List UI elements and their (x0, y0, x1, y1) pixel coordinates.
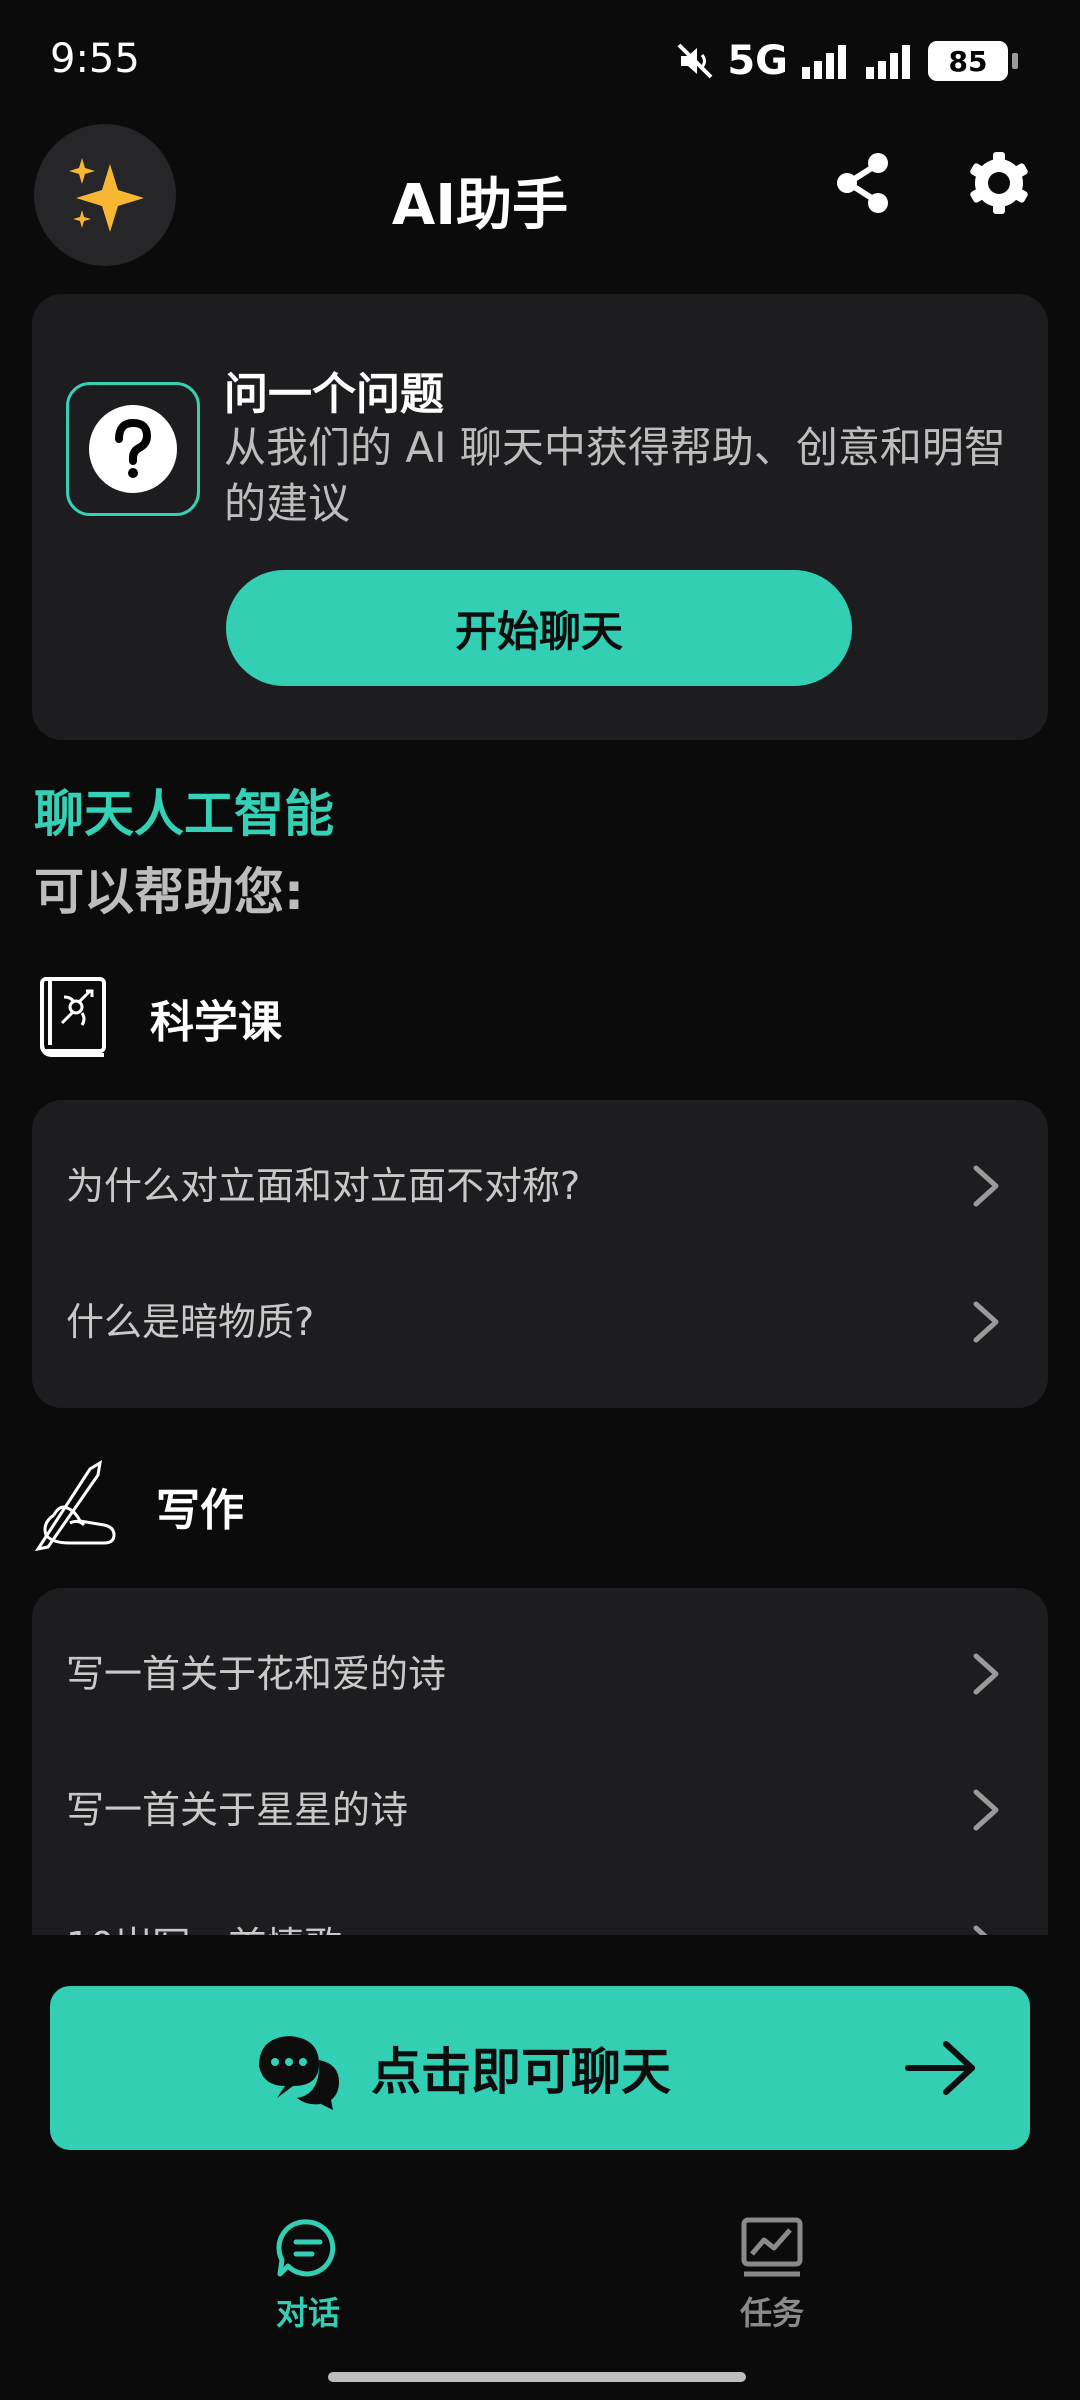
tab-tasks[interactable]: 任务 (692, 2216, 852, 2336)
list-item-text: 为什么对立面和对立面不对称? (66, 1164, 581, 1208)
writing-prompts-card: 写一首关于花和爱的诗 写一首关于星星的诗 10岁写一首情歌 (32, 1588, 1048, 1988)
section-subheading: 可以帮助您: (34, 863, 304, 921)
category-science: 科学课 (34, 968, 282, 1068)
chart-tab-icon (741, 2217, 803, 2277)
question-icon-box (66, 382, 200, 516)
start-chat-button[interactable]: 开始聊天 (226, 570, 852, 686)
page-title: AI助手 (391, 173, 569, 238)
battery-indicator: 85 (928, 41, 1018, 81)
home-indicator[interactable] (328, 2372, 746, 2382)
chevron-right-icon (973, 1165, 999, 1207)
list-item-text: 写一首关于花和爱的诗 (66, 1652, 447, 1696)
muted-icon (677, 43, 713, 79)
category-label: 写作 (156, 1485, 244, 1536)
signal-icon-2 (866, 45, 910, 79)
ask-title: 问一个问题 (224, 369, 444, 420)
app-screen: 9:55 5G 85 AI助手 问一个问题 从我们的 AI 聊天中获得帮助、创意… (0, 0, 1080, 2400)
science-questions-card: 为什么对立面和对立面不对称? 什么是暗物质? (32, 1100, 1048, 1408)
category-writing: 写作 (34, 1456, 244, 1556)
list-item[interactable]: 为什么对立面和对立面不对称? (32, 1126, 1048, 1246)
tab-label: 任务 (739, 2294, 804, 2332)
list-item[interactable]: 什么是暗物质? (32, 1262, 1048, 1382)
writing-hand-icon (34, 1460, 116, 1552)
list-item-text: 写一首关于星星的诗 (66, 1788, 409, 1832)
tab-label: 对话 (275, 2294, 340, 2332)
settings-button[interactable] (966, 150, 1032, 216)
category-label: 科学课 (150, 997, 282, 1048)
section-heading: 聊天人工智能 (34, 785, 334, 843)
science-book-icon (40, 977, 106, 1057)
question-icon (89, 405, 177, 493)
chat-bubbles-icon (259, 2036, 339, 2110)
app-header: AI助手 (0, 120, 1080, 270)
chat-now-label: 点击即可聊天 (371, 2043, 671, 2101)
chevron-right-icon (973, 1301, 999, 1343)
tab-conversation[interactable]: 对话 (228, 2216, 388, 2336)
status-bar: 9:55 5G 85 (0, 0, 1080, 120)
status-time: 9:55 (50, 36, 140, 82)
chevron-right-icon (973, 1789, 999, 1831)
chevron-right-icon (973, 1653, 999, 1695)
ask-description: 从我们的 AI 聊天中获得帮助、创意和明智的建议 (224, 423, 1006, 528)
list-item[interactable]: 写一首关于花和爱的诗 (32, 1614, 1048, 1734)
share-button[interactable] (830, 150, 896, 216)
ask-question-card: 问一个问题 从我们的 AI 聊天中获得帮助、创意和明智的建议 开始聊天 (32, 294, 1048, 740)
signal-icon (802, 45, 846, 79)
chat-tab-icon (276, 2219, 336, 2277)
chat-now-content: 点击即可聊天 (255, 2028, 671, 2110)
list-item-text: 什么是暗物质? (66, 1300, 315, 1344)
network-type: 5G (727, 38, 788, 84)
status-icons: 5G 85 (675, 38, 1018, 84)
share-icon (837, 153, 888, 213)
chat-now-button[interactable]: 点击即可聊天 (50, 1986, 1030, 2150)
gear-icon (970, 152, 1028, 214)
list-item[interactable]: 写一首关于星星的诗 (32, 1750, 1048, 1870)
arrow-right-icon (905, 2041, 975, 2095)
